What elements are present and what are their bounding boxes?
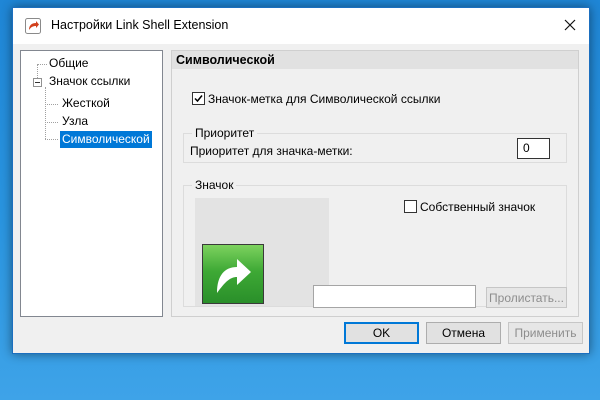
settings-tree[interactable]: Общие Значок ссылки Жесткой Узла Символи…: [20, 50, 163, 317]
tree-item-label: Узла: [62, 114, 88, 128]
tree-line: [45, 139, 58, 140]
tree-item-general[interactable]: Общие: [47, 55, 90, 72]
own-icon-checkbox[interactable]: [404, 200, 417, 213]
tree-item-link-icon[interactable]: Значок ссылки: [47, 73, 132, 90]
browse-button[interactable]: Пролистать...: [486, 287, 567, 308]
green-arrow-icon: [202, 244, 264, 304]
tree-item-symbolic[interactable]: Символической: [60, 131, 152, 148]
icon-group-title: Значок: [192, 178, 237, 192]
close-icon: [564, 19, 576, 34]
panel-header: Символической: [172, 51, 578, 69]
ok-button[interactable]: OK: [344, 322, 419, 344]
tree-line: [45, 104, 58, 105]
window-title: Настройки Link Shell Extension: [51, 18, 229, 32]
close-button[interactable]: [551, 8, 589, 44]
overlay-checkbox[interactable]: [192, 92, 205, 105]
icon-preview: [195, 198, 329, 306]
tree-item-label: Жесткой: [62, 96, 110, 110]
tree-item-hardlink[interactable]: Жесткой: [60, 95, 112, 112]
tree-item-label: Символической: [62, 132, 150, 146]
tree-line: [45, 122, 58, 123]
priority-label: Приоритет для значка-метки:: [190, 144, 353, 158]
priority-input[interactable]: 0: [517, 138, 550, 159]
tree-item-label: Общие: [49, 56, 89, 70]
title-bar[interactable]: Настройки Link Shell Extension: [13, 8, 589, 44]
tree-line: [37, 64, 47, 65]
priority-group-title: Приоритет: [192, 126, 258, 140]
apply-button[interactable]: Применить: [508, 322, 583, 344]
overlay-checkbox-label[interactable]: Значок-метка для Символической ссылки: [208, 92, 440, 106]
settings-dialog: Настройки Link Shell Extension Общие Зна…: [12, 7, 590, 354]
icon-path-input[interactable]: [313, 285, 476, 308]
settings-panel: Символической Значок-метка для Символиче…: [171, 50, 579, 317]
cancel-button[interactable]: Отмена: [426, 322, 501, 344]
tree-item-junction[interactable]: Узла: [60, 113, 90, 130]
priority-group: Приоритет Приоритет для значка-метки: 0: [183, 126, 567, 163]
collapse-icon[interactable]: [33, 78, 42, 87]
icon-group: Значок Собственный значок Пролистать...: [183, 178, 567, 308]
link-shell-extension-icon: [25, 18, 41, 34]
own-icon-checkbox-label[interactable]: Собственный значок: [420, 200, 535, 214]
tree-item-label: Значок ссылки: [49, 74, 131, 88]
priority-value: 0: [523, 141, 530, 155]
tree-line: [45, 87, 46, 139]
